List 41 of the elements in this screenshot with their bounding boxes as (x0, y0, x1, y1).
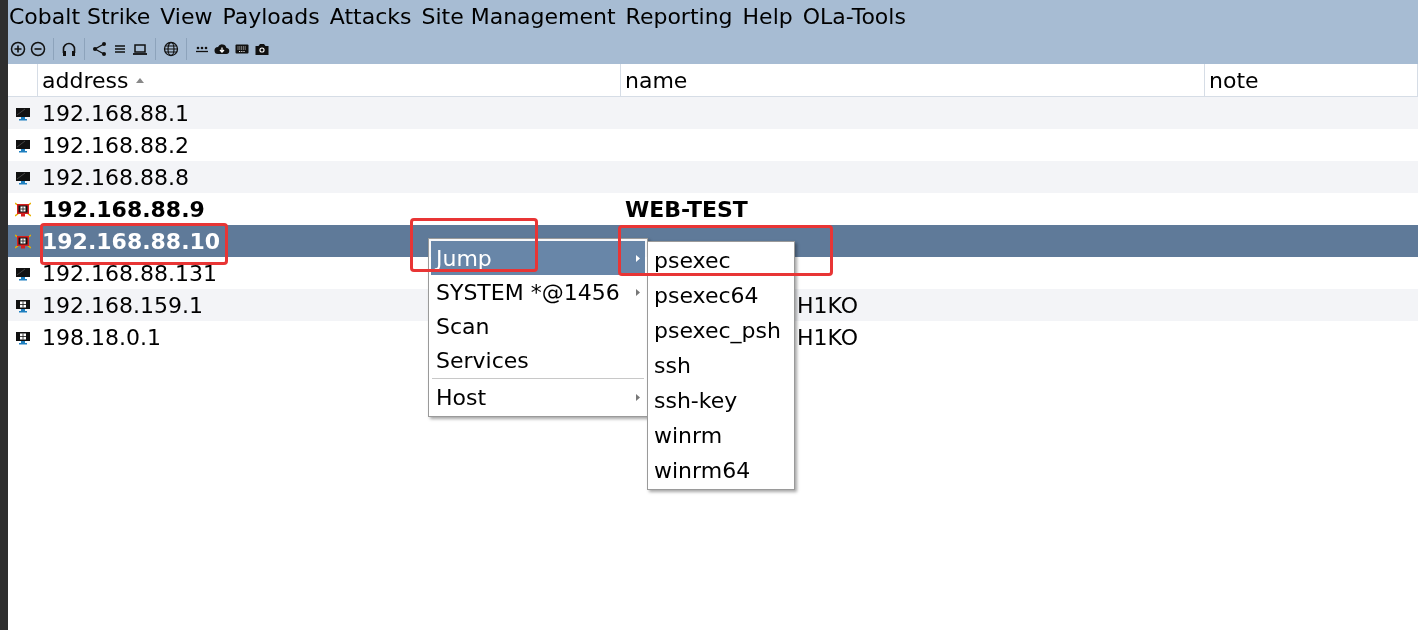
menu-item[interactable]: Site Management (421, 6, 616, 28)
menu-item[interactable]: Host (431, 380, 645, 414)
menu-item[interactable]: Cobalt Strike (9, 6, 151, 28)
menu-item[interactable]: View (160, 6, 213, 28)
menu-item[interactable]: OLa-Tools (802, 6, 906, 28)
table-cell: H1KO (797, 324, 859, 350)
column-header[interactable]: address (38, 64, 621, 96)
table-cell: 192.168.88.1 (42, 100, 189, 126)
menu-item[interactable]: Help (742, 6, 793, 28)
menu-item[interactable]: Payloads (222, 6, 320, 28)
headphones-icon[interactable] (61, 41, 77, 57)
column-label: name (625, 66, 688, 95)
table-row[interactable]: 192.168.88.1 (8, 97, 1418, 129)
table-row[interactable]: 192.168.88.8 (8, 161, 1418, 193)
table-cell: 192.168.88.131 (42, 260, 217, 286)
laptop-icon[interactable] (132, 41, 148, 57)
table-cell: 192.168.88.8 (42, 164, 189, 190)
menu-item[interactable]: winrm (648, 418, 794, 453)
column-label: address (42, 66, 129, 95)
share-icon[interactable] (92, 41, 108, 57)
zoom-in-icon[interactable] (10, 41, 26, 57)
table-cell: 192.168.159.1 (42, 292, 203, 318)
table-cell: 192.168.88.9 (42, 196, 205, 222)
sort-ascending-icon (136, 77, 145, 83)
menu-item[interactable]: Attacks (329, 6, 412, 28)
table-cell: 198.18.0.1 (42, 324, 161, 350)
column-header[interactable]: note (1205, 64, 1418, 96)
table-cell: 192.168.88.10 (42, 228, 221, 254)
globe-icon[interactable] (163, 41, 179, 57)
column-header[interactable]: name (621, 64, 1205, 96)
cloud-download-icon[interactable] (214, 41, 230, 57)
table-cell: WEB-TEST (625, 196, 748, 222)
camera-icon[interactable] (254, 41, 270, 57)
table-cell: 192.168.88.2 (42, 132, 189, 158)
table-cell: H1KO (797, 292, 859, 318)
menu-item[interactable]: ssh-key (648, 383, 794, 418)
zoom-out-icon[interactable] (30, 41, 46, 57)
menu-item[interactable]: Jump (431, 241, 645, 275)
column-label: note (1209, 66, 1259, 95)
menu-item[interactable]: Reporting (625, 6, 733, 28)
menu-item[interactable]: winrm64 (648, 453, 794, 488)
